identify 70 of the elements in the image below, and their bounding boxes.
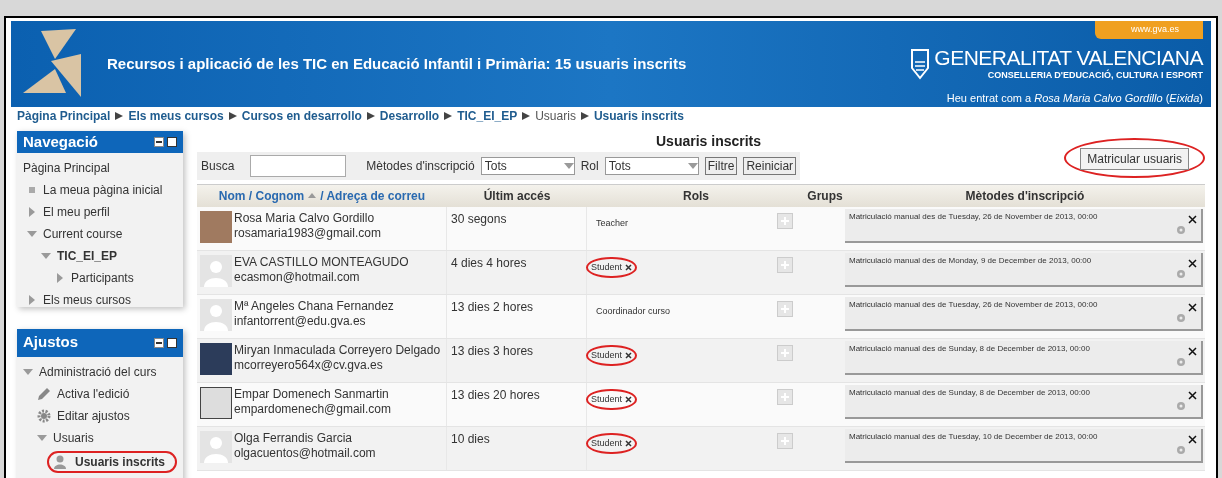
user-email: infantorrent@edu.gva.es — [234, 313, 367, 329]
page-title: Recursos i aplicació de les TIC en Educació Infantil i Primària: 15 usuaris inscrits — [107, 53, 687, 74]
last-access: 13 dies 20 hores — [451, 387, 540, 402]
last-access: 10 dies — [451, 431, 490, 446]
last-access: 13 dies 2 hores — [451, 299, 534, 314]
user-name: Miryan Inmaculada Correyero Delgado — [234, 342, 442, 358]
search-label: Busca — [201, 157, 235, 175]
user-name: EVA CASTILLO MONTEAGUDO — [234, 254, 410, 270]
role-label: Rol — [580, 157, 599, 175]
nav-link[interactable]: Usuaris inscrits — [75, 452, 166, 471]
filter-button[interactable]: Filtre — [704, 156, 738, 175]
nav-link[interactable]: TIC_EI_EP — [57, 247, 118, 265]
nav-link[interactable]: El meu perfil — [43, 203, 110, 221]
last-access: 4 dies 4 hores — [451, 255, 527, 270]
method-select[interactable]: Tots — [480, 156, 575, 175]
section-title: Usuaris inscrits — [656, 131, 762, 151]
nav-link[interactable]: Pàgina Principal — [23, 159, 110, 177]
user-name: Olga Ferrandis Garcia — [234, 430, 354, 446]
breadcrumb-link[interactable]: Cursos en desarrollo — [241, 106, 362, 125]
org-name: GENERALITAT VALENCIANA — [934, 46, 1203, 69]
sort-link[interactable]: / Adreça de correu — [320, 186, 426, 205]
role-select[interactable]: Tots — [604, 156, 699, 175]
method-label: Mètodes d'inscripció — [366, 157, 475, 175]
nav-link[interactable]: Els meus cursos — [43, 291, 132, 307]
nav-link[interactable]: Editar ajustos — [57, 406, 130, 425]
user-email: rosamaria1983@gmail.com — [234, 225, 382, 241]
user-name: Mª Angeles Chana Fernandez — [234, 298, 395, 314]
enrolment-text: Matriculació manual des de Sunday, 8 de December de 2013, 00:00 — [849, 342, 1090, 355]
nav-link[interactable]: La meua pàgina inicial — [43, 181, 163, 199]
block-title: Ajustos — [23, 332, 78, 353]
column-header: Grups — [806, 187, 844, 205]
nav-link[interactable]: Participants — [71, 269, 134, 287]
breadcrumb-link[interactable]: TIC_EI_EP — [457, 106, 518, 125]
role-name: Student — [591, 392, 623, 406]
breadcrumb-link[interactable]: Usuaris — [535, 106, 576, 125]
reset-button[interactable]: Reiniciar — [743, 156, 797, 175]
block-title: Navegació — [23, 131, 99, 152]
last-access: 30 segons — [451, 211, 507, 226]
user-name: Rosa Maria Calvo Gordillo — [234, 210, 376, 226]
enrolment-text: Matriculació manual des de Monday, 9 de December de 2013, 00:00 — [849, 254, 1092, 267]
breadcrumb-link[interactable]: Els meus cursos — [128, 106, 224, 125]
user-email: empardomenech@gmail.com — [234, 401, 392, 417]
nav-link[interactable]: Usuaris — [53, 428, 94, 447]
nav-link[interactable]: Administració del curs — [39, 362, 157, 381]
user-email: olgacuentos@hotmail.com — [234, 445, 377, 461]
column-header: Últim accés — [482, 187, 552, 205]
breadcrumb-link[interactable]: Desarrollo — [379, 106, 440, 125]
role-name: Student — [591, 348, 623, 362]
enrolment-text: Matriculació manual des de Sunday, 8 de December de 2013, 00:00 — [849, 386, 1090, 399]
user-email: ecasmon@hotmail.com — [234, 269, 361, 285]
breadcrumb-link[interactable]: Pàgina Principal — [17, 106, 111, 125]
last-access: 13 dies 3 hores — [451, 343, 534, 358]
enrolment-text: Matriculació manual des de Tuesday, 26 de November de 2013, 00:00 — [849, 298, 1098, 311]
login-info: Heu entrat com a Rosa Maria Calvo Gordillo (Eixida) — [946, 91, 1203, 106]
nav-link[interactable]: Current course — [43, 225, 123, 243]
column-header: Rols — [682, 187, 710, 205]
role-name: Student — [591, 436, 623, 450]
breadcrumb-link[interactable]: Usuaris inscrits — [593, 106, 684, 125]
column-header: Mètodes d'inscripció — [964, 187, 1086, 205]
enrolment-text: Matriculació manual des de Tuesday, 10 de December de 2013, 00:00 — [849, 430, 1098, 443]
user-email: mcorreyero564x@cv.gva.es — [234, 357, 384, 373]
enrol-users-button[interactable]: Matricular usuaris — [1080, 147, 1189, 170]
role-name: Teacher — [596, 216, 629, 230]
org-subtitle: CONSELLERIA D'EDUCACIÓ, CULTURA I ESPORT — [987, 68, 1203, 82]
role-name: Coordinador curso — [596, 304, 671, 318]
role-name: Student — [591, 260, 623, 274]
sort-link[interactable]: Nom / Cognom — [218, 186, 305, 205]
nav-link[interactable]: Activa l'edició — [57, 384, 130, 403]
enrolment-text: Matriculació manual des de Tuesday, 26 de November de 2013, 00:00 — [849, 210, 1098, 223]
user-name: Empar Domenech Sanmartin — [234, 386, 390, 402]
